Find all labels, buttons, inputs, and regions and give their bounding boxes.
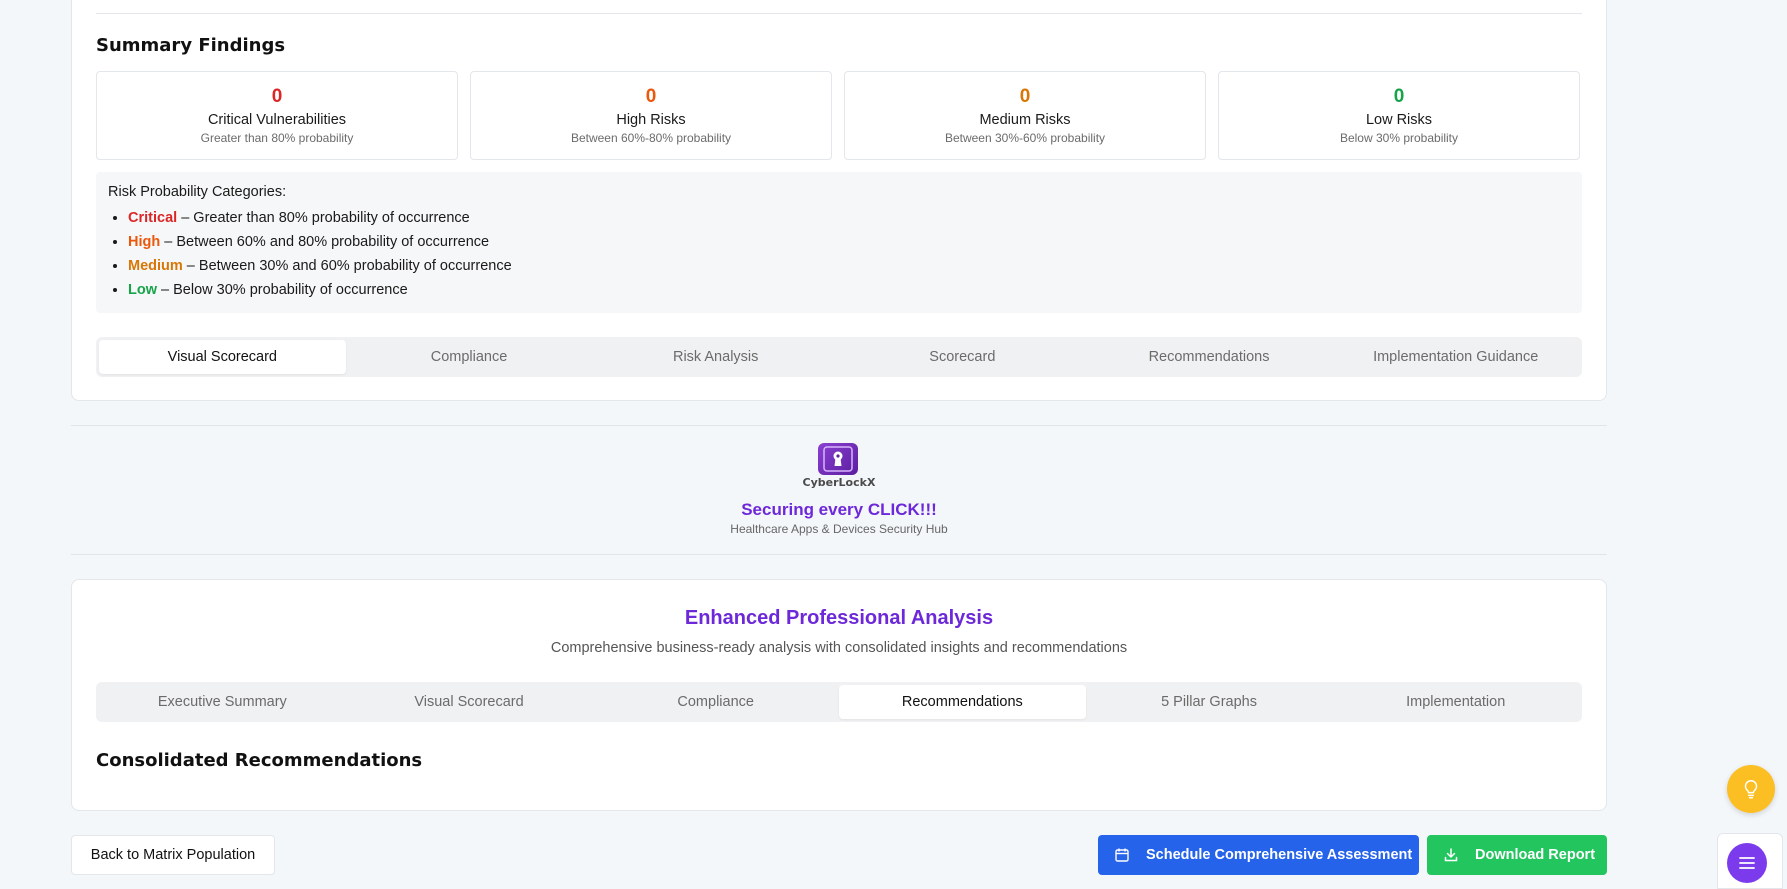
tips-button[interactable]: [1727, 765, 1775, 813]
hamburger-icon: [1739, 857, 1755, 869]
analysis-tabbar: Executive Summary Visual Scorecard Compl…: [96, 682, 1582, 722]
tab-scorecard[interactable]: Scorecard: [839, 340, 1086, 374]
logo-text: CyberLockX: [802, 476, 876, 489]
risk-legend: Risk Probability Categories: Critical – …: [96, 172, 1582, 313]
brand-subtitle: Healthcare Apps & Devices Security Hub: [730, 522, 948, 536]
tab-implementation-guidance[interactable]: Implementation Guidance: [1332, 340, 1579, 374]
brand-divider-bottom: [71, 554, 1607, 555]
legend-item: Medium – Between 30% and 60% probability…: [128, 254, 1570, 278]
stat-count: 0: [645, 86, 657, 107]
recommendations-title: Consolidated Recommendations: [96, 750, 423, 771]
stat-high: 0 High Risks Between 60%-80% probability: [470, 71, 832, 160]
menu-button[interactable]: [1727, 843, 1767, 883]
stat-count: 0: [1019, 86, 1031, 107]
lightbulb-icon: [1744, 780, 1758, 799]
analysis-title: Enhanced Professional Analysis: [684, 607, 994, 629]
tab-compliance[interactable]: Compliance: [592, 685, 839, 719]
tab-visual-scorecard[interactable]: Visual Scorecard: [346, 685, 593, 719]
cyberlockx-logo: [818, 443, 858, 475]
stat-low: 0 Low Risks Below 30% probability: [1218, 71, 1580, 160]
download-icon: [1444, 848, 1458, 862]
calendar-icon: [1115, 848, 1129, 862]
tab-executive-summary[interactable]: Executive Summary: [99, 685, 346, 719]
legend-text: – Between 30% and 60% probability of occ…: [182, 258, 512, 274]
legend-heading: Risk Probability Categories:: [108, 184, 287, 200]
stat-row: 0 Critical Vulnerabilities Greater than …: [96, 71, 1580, 160]
schedule-button-label: Schedule Comprehensive Assessment: [1146, 847, 1413, 863]
tab-risk-analysis[interactable]: Risk Analysis: [592, 340, 839, 374]
brand-divider-top: [71, 425, 1607, 426]
analysis-subtitle: Comprehensive business-ready analysis wi…: [550, 640, 1128, 656]
stat-title: Critical Vulnerabilities: [207, 112, 347, 128]
stat-title: Medium Risks: [979, 112, 1071, 128]
summary-card: Summary Findings 0 Critical Vulnerabilit…: [71, 0, 1607, 401]
legend-item: Low – Below 30% probability of occurrenc…: [128, 278, 1570, 302]
legend-text: – Between 60% and 80% probability of occ…: [160, 234, 490, 250]
keyhole-icon: [823, 446, 853, 472]
legend-list: Critical – Greater than 80% probability …: [108, 206, 1570, 302]
section-divider: [96, 13, 1582, 14]
summary-title: Summary Findings: [96, 35, 286, 56]
tab-recommendations[interactable]: Recommendations: [839, 685, 1086, 719]
tab-implementation[interactable]: Implementation: [1332, 685, 1579, 719]
legend-level: Medium: [128, 258, 183, 274]
legend-item: High – Between 60% and 80% probability o…: [128, 230, 1570, 254]
tab-visual-scorecard[interactable]: Visual Scorecard: [99, 340, 346, 374]
analysis-card: Enhanced Professional Analysis Comprehen…: [71, 579, 1607, 811]
back-button-label: Back to Matrix Population: [90, 847, 256, 863]
legend-item: Critical – Greater than 80% probability …: [128, 206, 1570, 230]
tab-5-pillar-graphs[interactable]: 5 Pillar Graphs: [1086, 685, 1333, 719]
stat-count: 0: [271, 86, 283, 107]
tab-recommendations[interactable]: Recommendations: [1086, 340, 1333, 374]
schedule-assessment-button[interactable]: Schedule Comprehensive Assessment: [1098, 835, 1419, 875]
stat-subtitle: Between 30%-60% probability: [944, 131, 1106, 145]
legend-text: – Below 30% probability of occurrence: [157, 282, 408, 298]
legend-level: High: [128, 234, 161, 250]
download-report-button[interactable]: Download Report: [1427, 835, 1607, 875]
stat-title: Low Risks: [1365, 112, 1433, 128]
summary-tabbar: Visual Scorecard Compliance Risk Analysi…: [96, 337, 1582, 377]
stat-title: High Risks: [616, 112, 686, 128]
legend-level: Critical: [128, 210, 178, 226]
legend-level: Low: [128, 282, 157, 298]
brand-tagline: Securing every CLICK!!!: [741, 500, 937, 519]
tab-compliance[interactable]: Compliance: [346, 340, 593, 374]
legend-text: – Greater than 80% probability of occurr…: [177, 210, 470, 226]
stat-subtitle: Greater than 80% probability: [200, 131, 354, 145]
back-button[interactable]: Back to Matrix Population: [71, 835, 275, 875]
stat-medium: 0 Medium Risks Between 30%-60% probabili…: [844, 71, 1206, 160]
stat-subtitle: Below 30% probability: [1339, 131, 1459, 145]
menu-fab-container: [1717, 833, 1783, 889]
download-button-label: Download Report: [1475, 847, 1596, 863]
stat-critical: 0 Critical Vulnerabilities Greater than …: [96, 71, 458, 160]
stat-subtitle: Between 60%-80% probability: [570, 131, 732, 145]
stat-count: 0: [1393, 86, 1405, 107]
